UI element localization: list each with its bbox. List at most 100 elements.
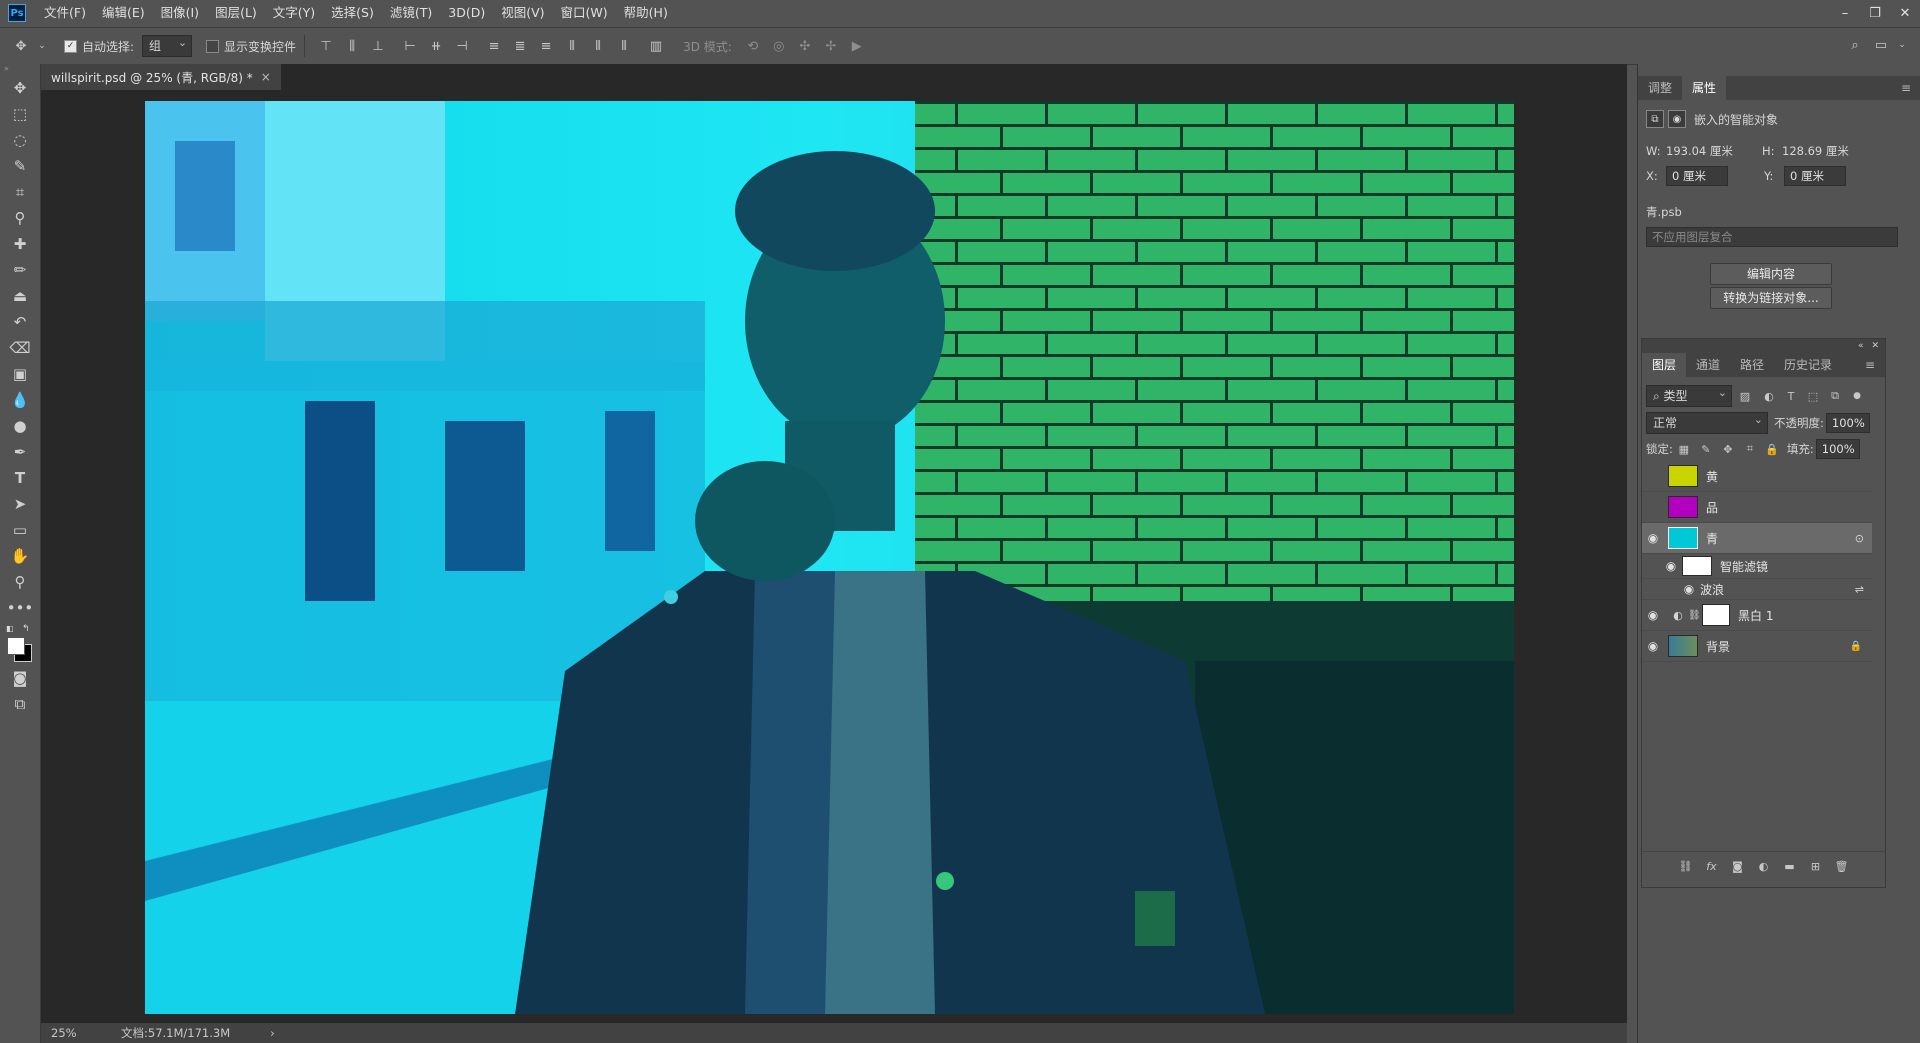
distribute-top-icon[interactable]: ≡ [485, 37, 503, 55]
filter-pixel-icon[interactable]: ▨ [1736, 387, 1754, 405]
gradient-tool-icon[interactable]: ▣ [5, 362, 35, 386]
show-transform-checkbox[interactable] [206, 39, 220, 53]
more-tools-icon[interactable]: ••• [5, 596, 35, 620]
menu-type[interactable]: 文字(Y) [265, 0, 323, 26]
filter-shape-icon[interactable]: ⬚ [1804, 387, 1822, 405]
blur-tool-icon[interactable]: 💧 [5, 388, 35, 412]
screen-mode-icon[interactable]: ⧉ [5, 692, 35, 716]
collapse-panel-icon[interactable]: « [1858, 341, 1864, 351]
marquee-tool-icon[interactable]: ⬚ [5, 102, 35, 126]
visibility-off-icon[interactable]: ◉ [1642, 469, 1664, 483]
layer-row-smart-filters[interactable]: ◉ 智能滤镜 [1642, 554, 1872, 579]
menu-help[interactable]: 帮助(H) [616, 0, 676, 26]
type-tool-icon[interactable]: T [5, 466, 35, 490]
align-bottom-icon[interactable]: ⊥ [369, 37, 387, 55]
quick-mask-icon[interactable]: ◙ [5, 666, 35, 690]
auto-select-checkbox[interactable]: ✓ [64, 39, 77, 53]
chevron-down-icon[interactable]: ⌄ [38, 37, 46, 55]
foreground-color-swatch[interactable] [7, 637, 25, 655]
distribute-left-icon[interactable]: ⦀ [563, 37, 581, 55]
menu-edit[interactable]: 编辑(E) [94, 0, 153, 26]
fill-field[interactable]: 100% [1815, 439, 1860, 459]
default-colors-icon[interactable]: ◧ [6, 624, 14, 633]
dodge-tool-icon[interactable]: ● [5, 414, 35, 438]
document-tab[interactable]: willspirit.psd @ 25% (青, RGB/8) * × [41, 64, 282, 90]
lock-transparent-icon[interactable]: ▦ [1675, 440, 1693, 458]
smart-filter-indicator-icon[interactable]: ⊙ [1855, 532, 1864, 545]
crop-tool-icon[interactable]: ⌗ [5, 180, 35, 204]
layer-name[interactable]: 智能滤镜 [1720, 558, 1768, 575]
link-icon[interactable]: ⛓ [1688, 610, 1702, 621]
status-menu-arrow[interactable]: › [270, 1026, 275, 1040]
menu-filter[interactable]: 滤镜(T) [382, 0, 440, 26]
3d-roll-icon[interactable]: ◎ [770, 37, 788, 55]
lock-position-icon[interactable]: ✥ [1719, 440, 1737, 458]
3d-camera-icon[interactable]: ▶ [848, 37, 866, 55]
layer-name[interactable]: 黄 [1706, 468, 1718, 485]
align-hcenter-icon[interactable]: ⧺ [427, 37, 445, 55]
menu-image[interactable]: 图像(I) [153, 0, 207, 26]
layer-filter-dropdown[interactable]: ⌕ 类型 [1646, 383, 1732, 407]
distribute-vcenter-icon[interactable]: ≣ [511, 37, 529, 55]
3d-slide-icon[interactable]: ✢ [822, 37, 840, 55]
opacity-field[interactable]: 100% [1825, 413, 1870, 433]
close-panel-icon[interactable]: ✕ [1871, 341, 1879, 351]
tab-properties[interactable]: 属性 [1682, 76, 1727, 100]
distribute-right-icon[interactable]: ⦀ [615, 37, 633, 55]
tab-channels[interactable]: 通道 [1686, 353, 1730, 377]
layer-row-magenta[interactable]: ◉ 品 [1642, 492, 1872, 523]
panel-menu-icon[interactable]: ≡ [1891, 76, 1920, 100]
eye-icon[interactable]: ◉ [1642, 608, 1664, 622]
panel-collapse-icon[interactable]: » [0, 64, 40, 74]
menu-layer[interactable]: 图层(L) [207, 0, 265, 26]
eyedropper-tool-icon[interactable]: ⚲ [5, 206, 35, 230]
brush-tool-icon[interactable]: ✏ [5, 258, 35, 282]
healing-brush-tool-icon[interactable]: ✚ [5, 232, 35, 256]
search-icon[interactable]: ⌕ [1846, 36, 1864, 54]
eye-icon[interactable]: ◉ [1642, 531, 1664, 545]
3d-pan-icon[interactable]: ✣ [796, 37, 814, 55]
filter-type-icon[interactable]: T [1782, 387, 1800, 405]
shape-tool-icon[interactable]: ▭ [5, 518, 35, 542]
align-vcenter-icon[interactable]: ⫼ [343, 37, 361, 55]
tab-paths[interactable]: 路径 [1730, 353, 1774, 377]
x-field[interactable]: 0 厘米 [1666, 166, 1728, 186]
layer-row-cyan[interactable]: ◉ 青 ⊙ [1642, 523, 1872, 554]
tab-adjustments[interactable]: 调整 [1638, 76, 1682, 100]
filter-mask-thumbnail[interactable] [1682, 556, 1712, 576]
layer-mask-thumbnail[interactable] [1702, 604, 1730, 626]
distribute-hcenter-icon[interactable]: ⦀ [589, 37, 607, 55]
new-layer-icon[interactable]: ⊞ [1807, 857, 1825, 875]
menu-file[interactable]: 文件(F) [36, 0, 94, 26]
eye-icon[interactable]: ◉ [1660, 559, 1682, 573]
filter-smart-icon[interactable]: ⧉ [1826, 387, 1844, 405]
new-group-icon[interactable]: ▬ [1781, 857, 1799, 875]
auto-align-icon[interactable]: ▥ [647, 37, 665, 55]
color-swatches[interactable]: ◧ ↰ [0, 624, 40, 664]
minimize-icon[interactable]: – [1830, 0, 1860, 26]
blend-mode-dropdown[interactable]: 正常 [1646, 410, 1768, 434]
move-tool-icon[interactable]: ✥ [12, 37, 30, 55]
3d-orbit-icon[interactable]: ⟲ [744, 37, 762, 55]
restore-icon[interactable]: ❐ [1860, 0, 1890, 26]
close-icon[interactable]: ✕ [1890, 0, 1920, 26]
layer-name[interactable]: 青 [1706, 530, 1718, 547]
pen-tool-icon[interactable]: ✒ [5, 440, 35, 464]
tab-layers[interactable]: 图层 [1642, 353, 1687, 377]
link-layers-icon[interactable]: ⛓ [1677, 857, 1695, 875]
workspace-icon[interactable]: ▭ [1872, 36, 1890, 54]
auto-select-dropdown[interactable]: 组 [142, 33, 193, 57]
chevron-down-icon[interactable]: ⌄ [1898, 36, 1906, 54]
filter-adjust-icon[interactable]: ◐ [1760, 387, 1778, 405]
new-adjustment-icon[interactable]: ◐ [1755, 857, 1773, 875]
lasso-tool-icon[interactable]: ◌ [5, 128, 35, 152]
quick-select-tool-icon[interactable]: ✎ [5, 154, 35, 178]
fx-icon[interactable]: fx [1703, 857, 1721, 875]
layer-name[interactable]: 背景 [1706, 638, 1730, 655]
history-brush-tool-icon[interactable]: ↶ [5, 310, 35, 334]
layer-row-wave-filter[interactable]: ◉ 波浪 ⇌ [1642, 579, 1872, 600]
convert-to-linked-button[interactable]: 转换为链接对象... [1710, 287, 1832, 309]
tab-history[interactable]: 历史记录 [1774, 353, 1842, 377]
layer-name[interactable]: 黑白 1 [1738, 607, 1773, 624]
lock-pixels-icon[interactable]: ✎ [1697, 440, 1715, 458]
